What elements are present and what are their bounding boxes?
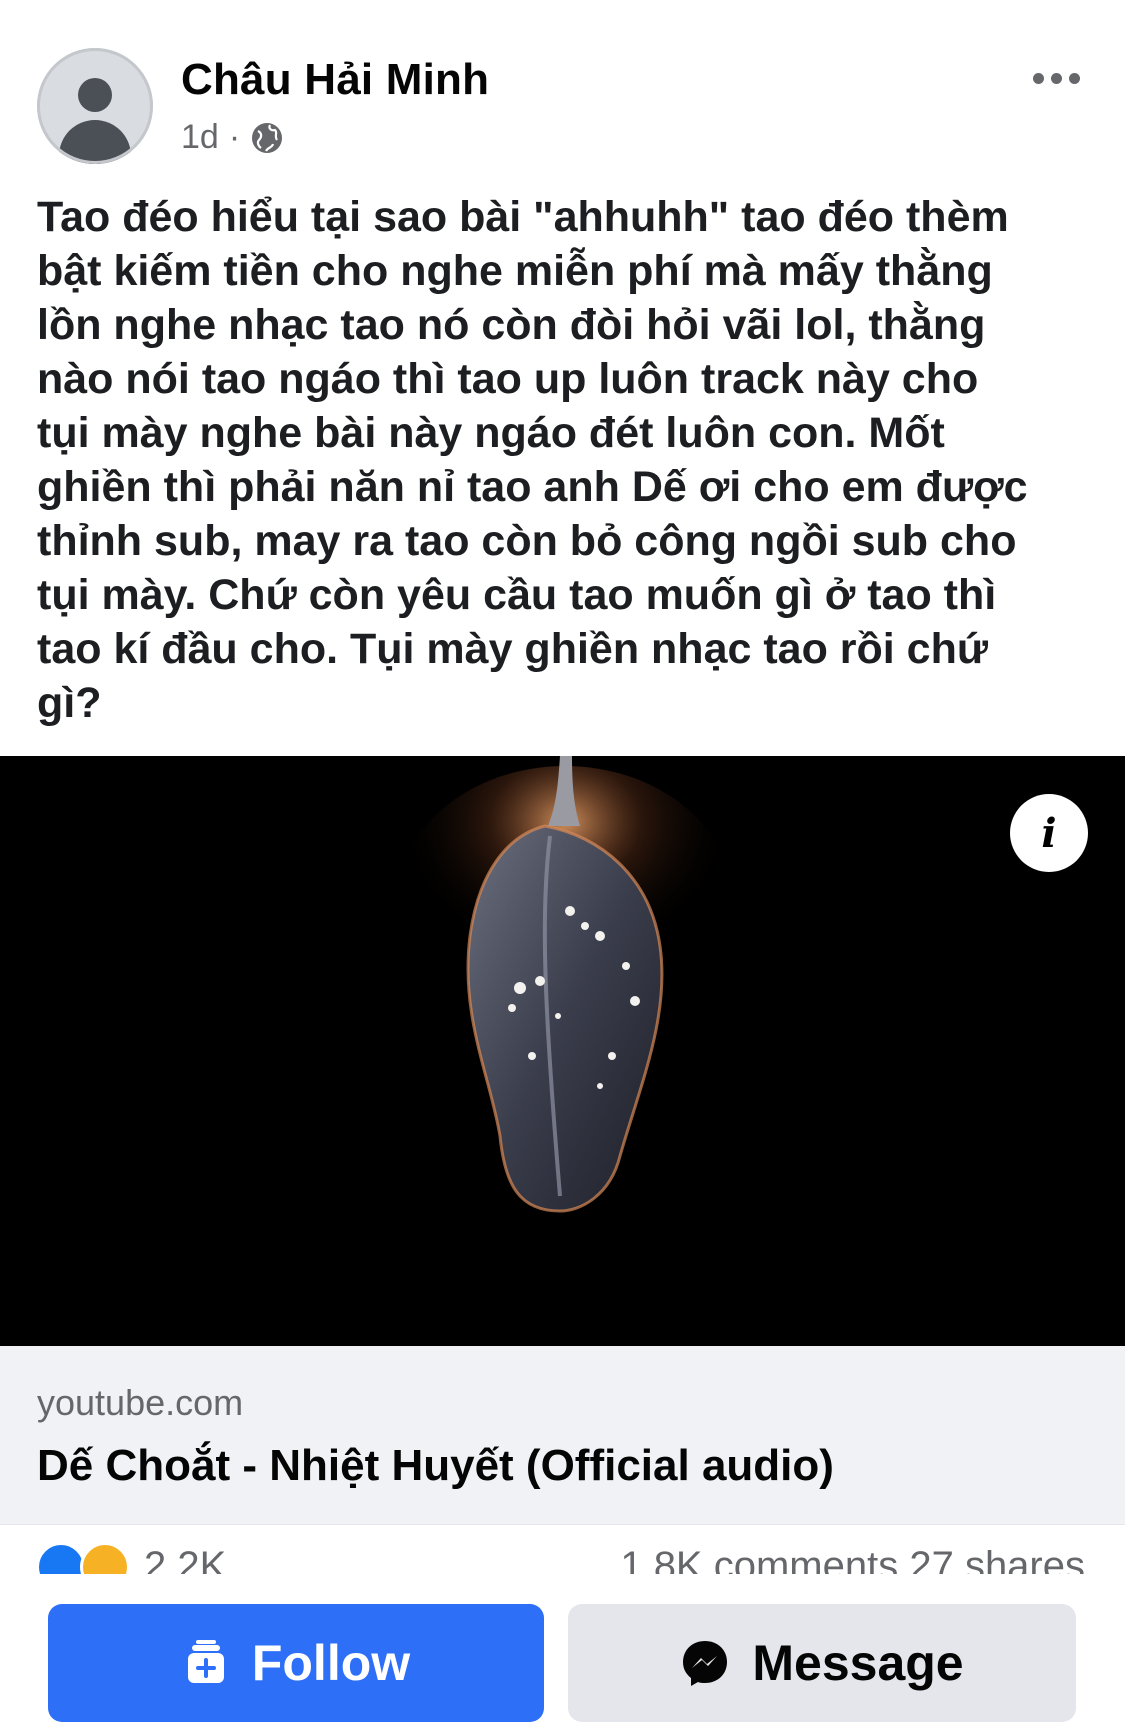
post-time[interactable]: 1d [181, 118, 219, 157]
post-text: Tao đéo hiểu tại sao bài "ahhuhh" tao đé… [37, 193, 1028, 727]
message-button[interactable]: Message [568, 1604, 1076, 1722]
haha-reaction-icon[interactable] [80, 1542, 130, 1574]
follow-icon [182, 1639, 230, 1687]
link-title: Dế Choắt - Nhiệt Huyết (Official audio) [37, 1441, 834, 1490]
avatar[interactable] [37, 48, 153, 164]
message-label: Message [752, 1635, 964, 1691]
avatar-ring [37, 48, 153, 164]
link-preview-card[interactable]: youtube.com Dế Choắt - Nhiệt Huyết (Offi… [0, 1346, 1125, 1525]
reaction-count[interactable]: 2.2K [144, 1544, 226, 1574]
post-meta: 1d · [181, 118, 284, 157]
meta-separator: · [228, 118, 241, 156]
link-preview-image[interactable]: i [0, 756, 1125, 1346]
follow-button[interactable]: Follow [48, 1604, 544, 1722]
messenger-icon [680, 1638, 730, 1688]
like-reaction-icon[interactable] [36, 1542, 86, 1574]
globe-icon [252, 122, 283, 153]
info-icon[interactable]: i [1010, 794, 1088, 872]
reactions-bar: 2.2K 1.8K comments 27 shares [0, 1530, 1125, 1574]
follow-label: Follow [251, 1635, 411, 1691]
author-name[interactable]: Châu Hải Minh [181, 55, 489, 105]
chrysalis-illustration [395, 756, 735, 1213]
more-options-icon[interactable] [1030, 64, 1082, 92]
comments-shares-count[interactable]: 1.8K comments 27 shares [620, 1544, 1085, 1574]
link-domain: youtube.com [37, 1382, 244, 1423]
